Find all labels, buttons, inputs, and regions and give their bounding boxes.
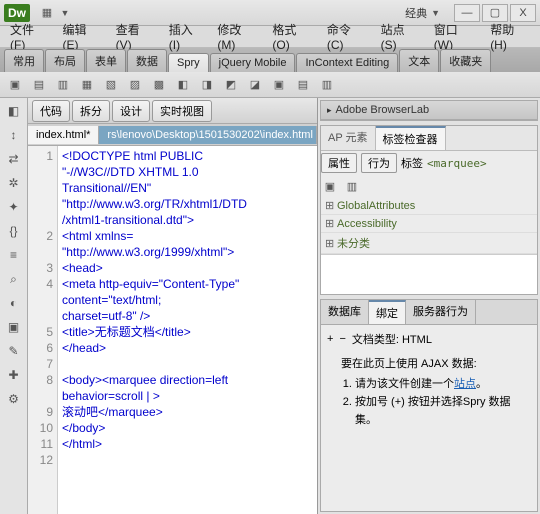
lower-tabs: 数据库绑定服务器行为 xyxy=(321,300,537,325)
spry-icon-7[interactable]: ▩ xyxy=(150,76,168,94)
menu-item[interactable]: 格式(O) xyxy=(266,19,318,54)
tool-icon-7[interactable]: ≡ xyxy=(5,246,23,264)
view-bar: 代码拆分设计实时视图 xyxy=(28,98,317,124)
tool-icon-10[interactable]: ▣ xyxy=(5,318,23,336)
current-tag: <marquee> xyxy=(427,157,487,170)
collapse-icon: ▸ xyxy=(327,105,332,116)
ajax-steps: 请为该文件创建一个站点。 按加号 (+) 按钮并选择Spry 数据集。 xyxy=(355,375,531,429)
mode-dropdown-icon[interactable]: ▼ xyxy=(431,8,440,18)
spry-icon-8[interactable]: ◧ xyxy=(174,76,192,94)
prop-tab-behav[interactable]: 行为 xyxy=(361,153,397,173)
spry-icon-12[interactable]: ▣ xyxy=(270,76,288,94)
code-editor[interactable]: <!DOCTYPE html PUBLIC "-//W3C//DTD XHTML… xyxy=(58,146,317,514)
insert-tab[interactable]: 数据 xyxy=(127,49,167,72)
tool-icon-11[interactable]: ✎ xyxy=(5,342,23,360)
lower-tab[interactable]: 服务器行为 xyxy=(406,300,476,324)
file-tab-path[interactable]: rs\lenovo\Desktop\1501530202\index.html xyxy=(99,126,317,144)
ajax-title: 要在此页上使用 AJAX 数据: xyxy=(341,355,531,371)
tool-icon-12[interactable]: ✚ xyxy=(5,366,23,384)
tool-icon-9[interactable]: ◐ xyxy=(5,294,23,312)
inspector-subtabs: AP 元素标签检查器 xyxy=(321,126,537,151)
spry-icon-1[interactable]: ▣ xyxy=(6,76,24,94)
insert-tab[interactable]: jQuery Mobile xyxy=(210,53,296,72)
spry-icon-11[interactable]: ◪ xyxy=(246,76,264,94)
menu-item[interactable]: 插入(I) xyxy=(163,19,210,54)
category-icon[interactable]: ▣ xyxy=(321,177,339,195)
file-tab-active[interactable]: index.html* xyxy=(28,126,99,144)
insert-tab[interactable]: 收藏夹 xyxy=(440,49,491,72)
minus-icon[interactable]: − xyxy=(339,333,345,345)
list-icon[interactable]: ▥ xyxy=(343,177,361,195)
menu-item[interactable]: 修改(M) xyxy=(211,19,264,54)
expand-icon[interactable]: ⊞ xyxy=(325,217,337,230)
insert-tab[interactable]: 常用 xyxy=(4,49,44,72)
prop-tab-attr[interactable]: 属性 xyxy=(321,153,357,173)
plus-icon[interactable]: + xyxy=(327,333,333,345)
spry-icon-5[interactable]: ▧ xyxy=(102,76,120,94)
spry-icon-9[interactable]: ◨ xyxy=(198,76,216,94)
menu-item[interactable]: 帮助(H) xyxy=(484,19,536,54)
insert-tab[interactable]: InContext Editing xyxy=(296,53,398,72)
expand-icon[interactable]: ⊞ xyxy=(325,237,337,250)
menu-bar: 文件(F)编辑(E)查看(V)插入(I)修改(M)格式(O)命令(C)站点(S)… xyxy=(0,26,540,48)
attr-groups: ⊞GlobalAttributes⊞Accessibility⊞未分类 xyxy=(321,197,537,254)
insert-tab[interactable]: 布局 xyxy=(45,49,85,72)
spry-icon-6[interactable]: ▨ xyxy=(126,76,144,94)
tool-icon-4[interactable]: ✲ xyxy=(5,174,23,192)
expand-icon[interactable]: ⊞ xyxy=(325,199,337,212)
line-gutter: 1 2 34 5678 9101112 xyxy=(28,146,58,514)
doc-type-label: 文档类型: HTML xyxy=(352,331,432,347)
panel-browserlab[interactable]: ▸Adobe BrowserLab xyxy=(321,101,537,120)
insert-tab[interactable]: Spry xyxy=(168,53,209,72)
menu-item[interactable]: 命令(C) xyxy=(321,19,373,54)
spry-icon-13[interactable]: ▤ xyxy=(294,76,312,94)
tool-icon-5[interactable]: ✦ xyxy=(5,198,23,216)
tool-icon-8[interactable]: ⌕ xyxy=(5,270,23,288)
lower-tab[interactable]: 绑定 xyxy=(369,300,406,324)
insert-tab[interactable]: 表单 xyxy=(86,49,126,72)
view-button[interactable]: 实时视图 xyxy=(152,100,212,122)
tool-icon-2[interactable]: ↕ xyxy=(5,126,23,144)
insert-tab[interactable]: 文本 xyxy=(399,49,439,72)
tool-icon-3[interactable]: ⇄ xyxy=(5,150,23,168)
prop-tab-tag[interactable]: 标签 xyxy=(401,155,423,171)
code-toolbar: ◧ ↕ ⇄ ✲ ✦ {} ≡ ⌕ ◐ ▣ ✎ ✚ ⚙ xyxy=(0,98,28,514)
tool-icon-6[interactable]: {} xyxy=(5,222,23,240)
lower-tab[interactable]: 数据库 xyxy=(321,300,369,324)
attr-group-label: 未分类 xyxy=(337,235,370,251)
attr-group-label: Accessibility xyxy=(337,218,397,230)
inspector-subtab[interactable]: 标签检查器 xyxy=(376,126,446,150)
attr-group-label: GlobalAttributes xyxy=(337,200,415,212)
spry-icon-2[interactable]: ▤ xyxy=(30,76,48,94)
tool-icon-13[interactable]: ⚙ xyxy=(5,390,23,408)
view-button[interactable]: 拆分 xyxy=(72,100,110,122)
spry-icon-3[interactable]: ▥ xyxy=(54,76,72,94)
view-button[interactable]: 设计 xyxy=(112,100,150,122)
view-button[interactable]: 代码 xyxy=(32,100,70,122)
site-link[interactable]: 站点 xyxy=(454,378,476,390)
spry-icon-4[interactable]: ▦ xyxy=(78,76,96,94)
tool-icon-1[interactable]: ◧ xyxy=(5,102,23,120)
insert-toolbar: ▣ ▤ ▥ ▦ ▧ ▨ ▩ ◧ ◨ ◩ ◪ ▣ ▤ ▥ xyxy=(0,72,540,98)
inspector-subtab[interactable]: AP 元素 xyxy=(321,126,376,150)
spry-icon-14[interactable]: ▥ xyxy=(318,76,336,94)
spry-icon-10[interactable]: ◩ xyxy=(222,76,240,94)
